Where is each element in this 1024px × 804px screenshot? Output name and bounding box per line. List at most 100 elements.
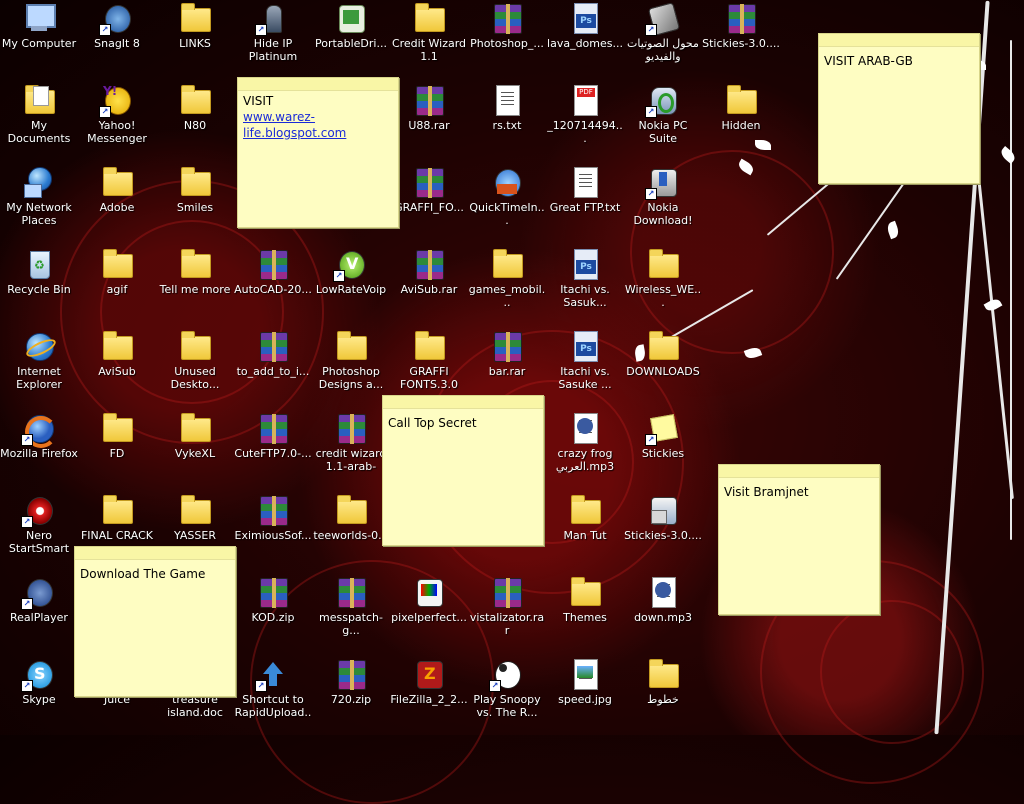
desktop-icon[interactable]: Photoshop Designs a... [312, 330, 390, 412]
desktop-icon[interactable]: games_mobil... [468, 248, 546, 330]
desktop-icon-label: PortableDri... [315, 37, 387, 50]
folder-icon [335, 494, 367, 526]
desktop-icon[interactable]: Wireless_WE... [624, 248, 702, 330]
desktop-icon-label: Shortcut to RapidUpload.... [234, 693, 312, 720]
desktop-icon[interactable]: ↗ Stickies [624, 412, 702, 494]
desktop-icon[interactable]: Unused Deskto... [156, 330, 234, 412]
desktop-icon[interactable]: Ps Itachi vs. Sasuk... [546, 248, 624, 330]
rar-archive-icon [413, 248, 445, 280]
sticky-note-titlebar[interactable] [238, 78, 398, 91]
nokia-pc-suite-icon: ↗ [645, 84, 679, 118]
lowratevoip-icon: V ↗ [333, 248, 367, 282]
sticky-note-titlebar[interactable] [383, 396, 543, 409]
sticky-note-arab-gb[interactable]: VISIT ARAB-GB [818, 33, 980, 184]
desktop-icon-label: Unused Deskto... [170, 365, 220, 391]
desktop-icon[interactable]: خطوط [624, 658, 702, 740]
desktop-icon[interactable]: ↗ Hide IP Platinum [234, 2, 312, 84]
desktop-icon-label: Photoshop_... [470, 37, 544, 50]
desktop-icon[interactable]: My Network Places [0, 166, 78, 248]
sticky-note-text: VISIT [243, 94, 274, 108]
desktop-icon[interactable]: VykeXL [156, 412, 234, 494]
sticky-note-link[interactable]: www.warez-life.blogspot.com [243, 110, 346, 140]
desktop-icon[interactable]: PDF _120714494... [546, 84, 624, 166]
sticky-note-text: Download The Game [80, 567, 206, 581]
desktop-icon[interactable]: agif [78, 248, 156, 330]
desktop-icon[interactable]: EximiousSof... [234, 494, 312, 576]
desktop-icon[interactable]: ↗ Nero StartSmart [0, 494, 78, 576]
desktop-icon[interactable]: rs.txt [468, 84, 546, 166]
desktop-icon[interactable]: DOWNLOADS [624, 330, 702, 412]
desktop-icon[interactable]: Smiles [156, 166, 234, 248]
desktop-icon[interactable]: AviSub.rar [390, 248, 468, 330]
desktop-icon[interactable]: Man Tut [546, 494, 624, 576]
desktop-icon[interactable]: ↗ Nokia PC Suite [624, 84, 702, 166]
desktop-icon[interactable]: ♻ Recycle Bin [0, 248, 78, 330]
desktop-icon[interactable]: Photoshop_... [468, 2, 546, 84]
desktop-icon[interactable]: crazy frog العربي.mp3 [546, 412, 624, 494]
sticky-note-warez[interactable]: VISIT www.warez-life.blogspot.com [237, 77, 399, 228]
sticky-note-titlebar[interactable] [75, 547, 235, 560]
desktop-icon[interactable]: Ps Itachi vs. Sasuke ... [546, 330, 624, 412]
desktop-icon[interactable]: ↗ Mozilla Firefox [0, 412, 78, 494]
desktop-icon[interactable]: LINKS [156, 2, 234, 84]
desktop-icon[interactable]: ↗ SnagIt 8 [78, 2, 156, 84]
desktop-icon[interactable]: vistalizator.rar [468, 576, 546, 658]
desktop-icon[interactable]: ↗ Nokia Download! [624, 166, 702, 248]
sticky-note-titlebar[interactable] [819, 34, 979, 47]
desktop-icon[interactable]: AutoCAD-20... [234, 248, 312, 330]
sticky-note-titlebar[interactable] [719, 465, 879, 478]
desktop-icon[interactable]: down.mp3 [624, 576, 702, 658]
desktop-icon-label: CuteFTP7.0-... [234, 447, 312, 460]
desktop-icon[interactable]: pixelperfect... [390, 576, 468, 658]
desktop-icon-label: Photoshop Designs a... [318, 365, 384, 391]
sticky-note-bramjnet[interactable]: Visit Bramjnet [718, 464, 880, 615]
desktop-icon[interactable]: S ↗ Skype [0, 658, 78, 740]
desktop-icon[interactable]: CuteFTP7.0-... [234, 412, 312, 494]
desktop-icon[interactable]: Y! ↗ Yahoo! Messenger [78, 84, 156, 166]
desktop-icon[interactable]: 720.zip [312, 658, 390, 740]
desktop-icon[interactable]: My Computer [0, 2, 78, 84]
desktop-icon[interactable]: speed.jpg [546, 658, 624, 740]
sticky-note-download-game[interactable]: Download The Game [74, 546, 236, 697]
desktop-icon[interactable]: to_add_to_i... [234, 330, 312, 412]
desktop-icon[interactable]: KOD.zip [234, 576, 312, 658]
desktop-icon[interactable]: credit wizard 1.1-arab-gb-... [312, 412, 390, 494]
desktop-icon-label: Internet Explorer [16, 365, 62, 391]
desktop-icon[interactable]: FD [78, 412, 156, 494]
desktop-icon[interactable]: V ↗ LowRateVoip [312, 248, 390, 330]
folder-icon [101, 166, 133, 198]
desktop-icon[interactable]: ↗ RealPlayer [0, 576, 78, 658]
desktop-icon[interactable]: GRAFFI_FO... [390, 166, 468, 248]
desktop-icon[interactable]: teeworlds-0... [312, 494, 390, 576]
desktop-icon[interactable]: PortableDri... [312, 2, 390, 84]
desktop-icon[interactable]: messpatch-g... [312, 576, 390, 658]
desktop-icon[interactable]: Stickies-3.0.... [624, 494, 702, 576]
desktop-icon-label: My Documents [7, 119, 71, 145]
desktop-icon[interactable]: My Documents [0, 84, 78, 166]
rar-archive-icon [335, 576, 367, 608]
desktop-icon-label: Hide IP Platinum [248, 37, 298, 63]
sticky-note-top-secret[interactable]: Call Top Secret [382, 395, 544, 546]
desktop-icon[interactable]: Themes [546, 576, 624, 658]
desktop-icon[interactable]: ↗Shortcut to RapidUpload.... [234, 658, 312, 740]
desktop-icon[interactable]: Z FileZilla_2_2... [390, 658, 468, 740]
desktop-icon-label: LINKS [179, 37, 211, 50]
desktop-icon-label: GRAFFI_FO... [394, 201, 464, 214]
desktop-icon[interactable]: Internet Explorer [0, 330, 78, 412]
desktop-icon[interactable]: ↗ Play Snoopy vs. The R... [468, 658, 546, 740]
desktop-icon[interactable]: Adobe [78, 166, 156, 248]
desktop-icon[interactable]: Hidden [702, 84, 780, 166]
desktop-icon[interactable]: QuickTimeIn... [468, 166, 546, 248]
desktop-icon[interactable]: U88.rar [390, 84, 468, 166]
desktop-icon[interactable]: Tell me more [156, 248, 234, 330]
nero-icon: ↗ [21, 494, 55, 528]
desktop-icon[interactable]: ↗ محول الصوتيات والفيديو [624, 2, 702, 84]
desktop-icon[interactable]: Credit Wizard 1.1 [390, 2, 468, 84]
quicktime-icon [491, 166, 523, 198]
desktop-icon[interactable]: Stickies-3.0.... [702, 2, 780, 84]
desktop-icon[interactable]: Great FTP.txt [546, 166, 624, 248]
desktop-icon[interactable]: N80 [156, 84, 234, 166]
desktop-icon-label: lava_domes... [547, 37, 623, 50]
desktop-icon[interactable]: AviSub [78, 330, 156, 412]
desktop-icon[interactable]: Ps lava_domes... [546, 2, 624, 84]
